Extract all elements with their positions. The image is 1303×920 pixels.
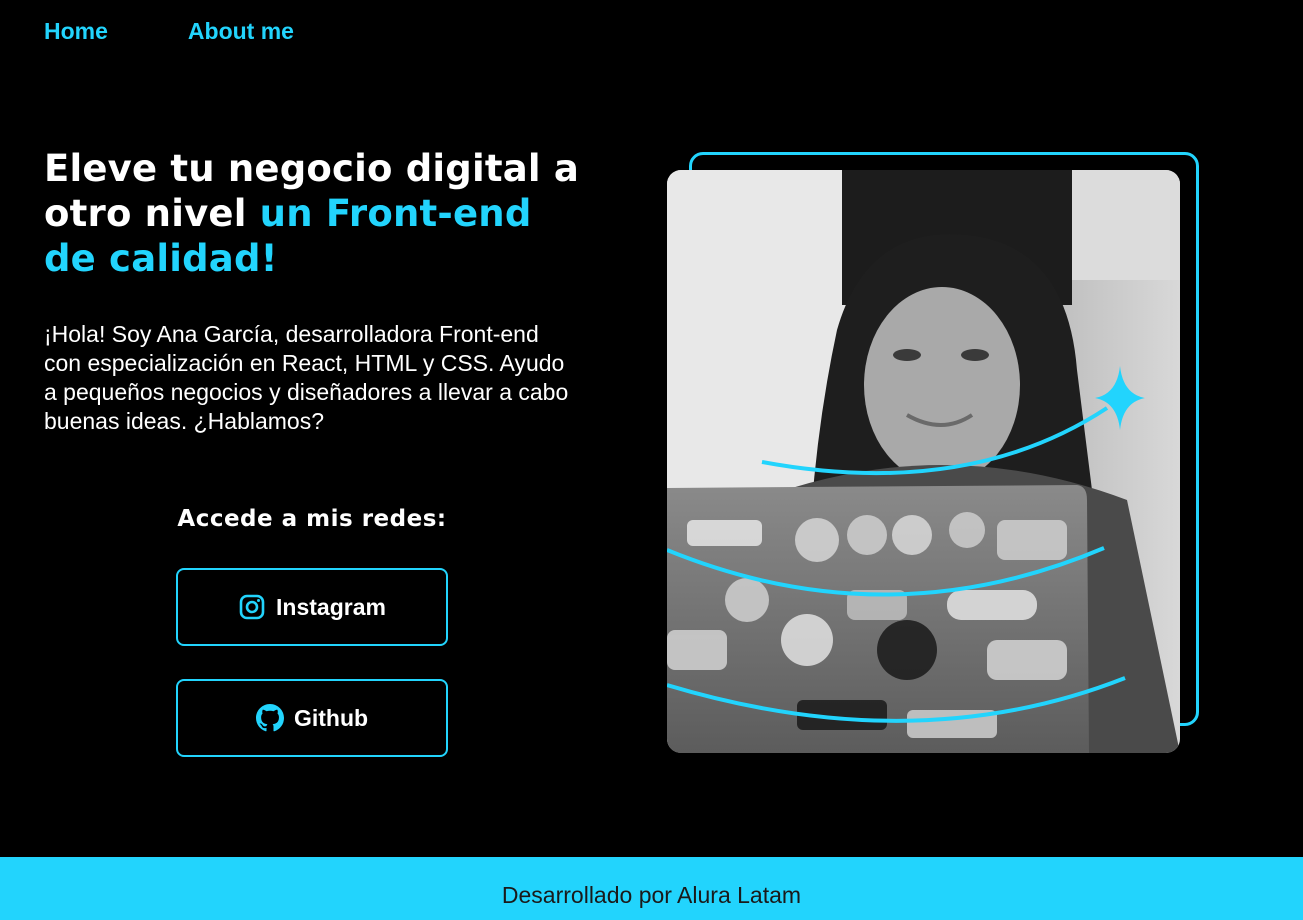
footer: Desarrollado por Alura Latam <box>0 857 1303 920</box>
github-label: Github <box>293 704 369 731</box>
instagram-icon <box>238 593 266 621</box>
hero-title: Eleve tu negocio digital a otro nivel un… <box>44 146 584 281</box>
main-nav: Home About me <box>44 18 294 45</box>
profile-photo-container <box>667 150 1202 760</box>
intro-text: ¡Hola! Soy Ana García, desarrolladora Fr… <box>44 321 569 434</box>
profile-photo <box>667 170 1180 753</box>
github-button[interactable]: Github <box>176 679 448 757</box>
github-icon <box>255 704 284 732</box>
nav-home-link[interactable]: Home <box>44 18 108 45</box>
instagram-label: Instagram <box>276 593 386 620</box>
nav-about-link[interactable]: About me <box>188 18 294 45</box>
footer-text: Desarrollado por Alura Latam <box>501 882 802 908</box>
instagram-button[interactable]: Instagram <box>176 568 448 646</box>
social-title: Accede a mis redes: <box>177 506 447 532</box>
